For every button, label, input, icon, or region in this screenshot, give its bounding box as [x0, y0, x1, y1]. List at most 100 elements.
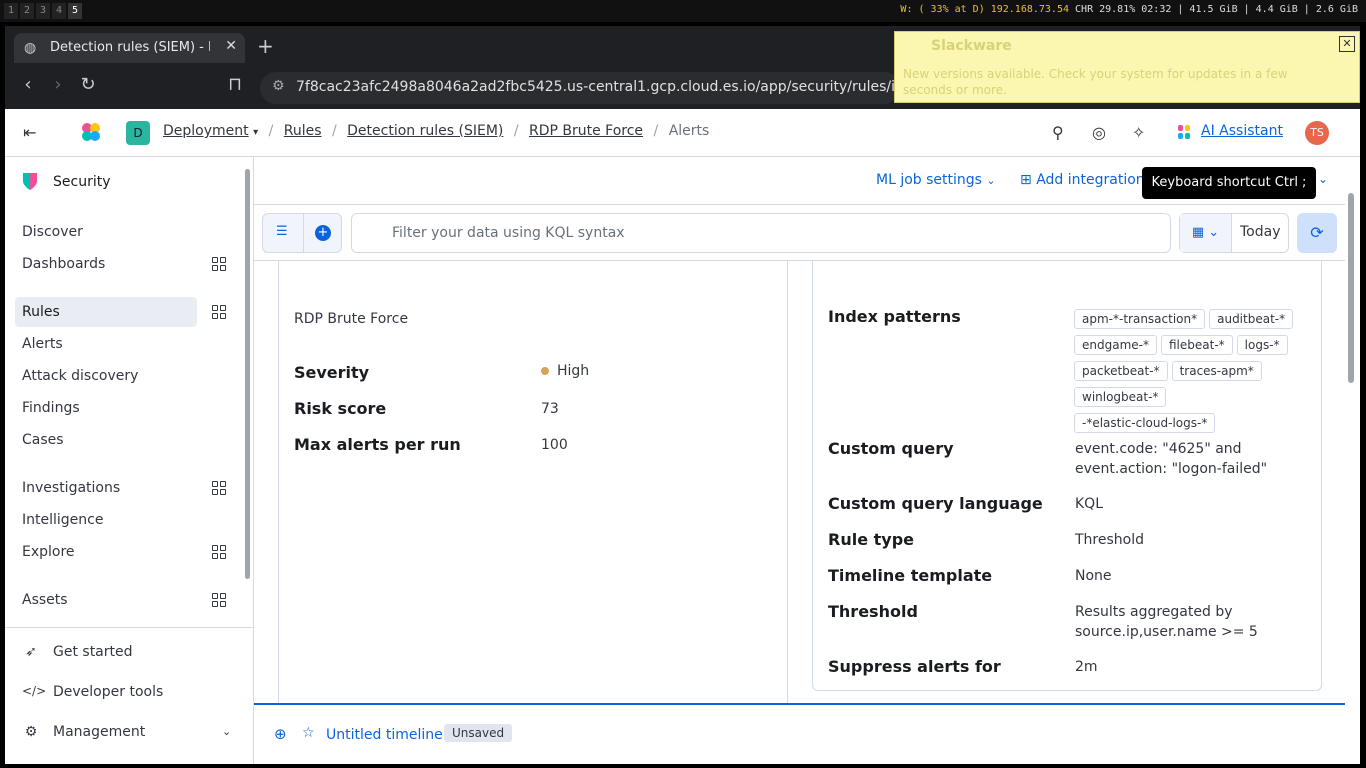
sidebar-item-investigations[interactable]: Investigations [15, 473, 197, 503]
index-pattern-badge: logs-* [1236, 335, 1288, 355]
suppress-alerts-value: 2m [1075, 659, 1098, 675]
breadcrumb-rule[interactable]: RDP Brute Force [529, 123, 643, 139]
add-filter-icon[interactable]: + [315, 225, 331, 241]
star-icon[interactable]: ☆ [302, 725, 315, 741]
index-pattern-badge: auditbeat-* [1209, 309, 1294, 329]
timeline-title[interactable]: Untitled timeline [326, 727, 443, 743]
sidebar-item-get-started[interactable]: Get started [53, 644, 133, 660]
sidebar-item-rules[interactable]: Rules [15, 297, 197, 327]
index-pattern-badge: endgame-* [1074, 335, 1157, 355]
help-icon[interactable]: ◎ [1092, 123, 1106, 142]
forward-icon[interactable]: › [47, 74, 69, 95]
ai-assistant-icon [1178, 125, 1190, 139]
sidebar-item-explore[interactable]: Explore [15, 537, 197, 567]
query-language-label: Custom query language [828, 494, 1043, 513]
add-integrations-button[interactable]: ⊞ Add integrations [1020, 172, 1152, 188]
workspace-3[interactable]: 3 [36, 3, 50, 19]
site-info-icon[interactable]: ⚙ [272, 78, 285, 94]
divider [787, 261, 788, 706]
apps-grid-icon[interactable] [212, 545, 226, 559]
apps-grid-icon[interactable] [212, 305, 226, 319]
breadcrumb-deployment[interactable]: Deployment [163, 123, 249, 139]
index-pattern-badge: filebeat-* [1160, 335, 1233, 355]
system-status: W: ( 33% at D) 192.168.73.54 CHR 29.81% … [900, 4, 1358, 15]
sidebar-item-assets[interactable]: Assets [15, 585, 197, 615]
kql-search-input[interactable] [351, 213, 1171, 253]
kibana-header: ⇤ D Deployment ▾ / Rules / Detection rul… [5, 109, 1360, 157]
window-manager-bar: 1 2 3 4 5 W: ( 33% at D) 192.168.73.54 C… [0, 0, 1366, 22]
menu-toggle-icon[interactable]: ⇤ [23, 123, 36, 142]
index-pattern-badge: -*elastic-cloud-logs-* [1074, 413, 1216, 433]
reload-icon[interactable]: ↻ [77, 74, 99, 95]
close-icon[interactable]: ✕ [225, 38, 237, 54]
chevron-down-icon[interactable]: ⌄ [222, 725, 231, 738]
avatar[interactable]: TS [1305, 121, 1329, 145]
filter-icon[interactable]: ☰ [276, 224, 288, 239]
sidebar-item-findings[interactable]: Findings [15, 393, 197, 423]
desktop-notification[interactable]: Slackware New versions available. Check … [894, 31, 1360, 103]
sidebar-item-intelligence[interactable]: Intelligence [15, 505, 197, 535]
search-icon[interactable]: ⚲ [1052, 123, 1064, 142]
rule-name: RDP Brute Force [294, 311, 409, 327]
add-integration-icon: ⊞ [1020, 172, 1032, 188]
index-pattern-badge: apm-*-transaction* [1074, 309, 1206, 329]
threshold-value: Results aggregated by source.ip,user.nam… [1075, 604, 1258, 640]
timeline-template-value: None [1075, 568, 1112, 584]
suppress-alerts-label: Suppress alerts for [828, 657, 1001, 676]
url-text: 7f8cac23afc2498a8046a2ad2fbc5425.us-cent… [296, 79, 896, 95]
address-bar[interactable]: ⚙ 7f8cac23afc2498a8046a2ad2fbc5425.us-ce… [260, 72, 900, 104]
sidebar-scrollbar[interactable] [245, 169, 250, 579]
chevron-down-icon[interactable]: ⌄ [1318, 172, 1328, 186]
timeline-template-label: Timeline template [828, 566, 993, 585]
max-alerts-label: Max alerts per run [294, 435, 461, 454]
add-timeline-icon[interactable]: ⊕ [274, 725, 287, 743]
status-badge: Unsaved [444, 724, 513, 742]
timeline-bar: ⊕ ☆ Untitled timeline Unsaved [254, 703, 1345, 764]
sidebar-item-cases[interactable]: Cases [15, 425, 197, 455]
apps-grid-icon[interactable] [212, 257, 226, 271]
news-feed-icon[interactable]: ✧ [1132, 123, 1145, 142]
keyboard-shortcut-tooltip: Keyboard shortcut Ctrl ; [1142, 167, 1316, 199]
breadcrumb-rules[interactable]: Rules [284, 123, 322, 139]
workspace-2[interactable]: 2 [20, 3, 34, 19]
kibana-page: ⇤ D Deployment ▾ / Rules / Detection rul… [5, 109, 1360, 764]
chevron-down-icon[interactable]: ▾ [253, 127, 258, 138]
severity-label: Severity [294, 363, 370, 382]
breadcrumb-separator: / [513, 123, 519, 139]
ai-assistant-button[interactable]: AI Assistant [1201, 123, 1283, 139]
new-tab-icon[interactable]: + [257, 34, 274, 58]
index-pattern-badge: traces-apm* [1171, 361, 1262, 381]
apps-grid-icon[interactable] [212, 481, 226, 495]
query-language-value: KQL [1075, 496, 1103, 512]
sidebar-item-discover[interactable]: Discover [15, 217, 197, 247]
risk-score-label: Risk score [294, 399, 387, 418]
refresh-button[interactable]: ⟳ [1297, 213, 1337, 253]
date-picker[interactable]: ▦ ⌄ Today [1179, 213, 1289, 253]
workspace-1[interactable]: 1 [4, 3, 18, 19]
sidebar-item-attack-discovery[interactable]: Attack discovery [15, 361, 197, 391]
calendar-icon[interactable]: ▦ ⌄ [1180, 214, 1232, 252]
sidebar-item-developer-tools[interactable]: Developer tools [53, 684, 163, 700]
browser-tab[interactable]: ◍ Detection rules (SIEM) - Kibana ✕ [14, 33, 245, 63]
back-icon[interactable]: ‹ [17, 74, 39, 95]
sidebar: Security Discover Dashboards Rules Alert… [5, 157, 254, 764]
sidebar-item-management[interactable]: Management [53, 724, 145, 740]
page-scrollbar[interactable] [1348, 193, 1354, 383]
about-rule-panel: RDP Brute Force Severity High Risk score… [278, 261, 788, 706]
workspace-4[interactable]: 4 [52, 3, 66, 19]
space-badge[interactable]: D [126, 121, 150, 145]
date-range-label: Today [1240, 224, 1281, 240]
bookmark-icon[interactable]: ⊓ [224, 74, 246, 95]
apps-grid-icon[interactable] [212, 593, 226, 607]
breadcrumb-detection-rules[interactable]: Detection rules (SIEM) [347, 123, 503, 139]
index-patterns-label: Index patterns [828, 307, 961, 326]
sidebar-item-alerts[interactable]: Alerts [15, 329, 197, 359]
close-icon[interactable]: ✕ [1339, 36, 1355, 52]
sidebar-item-dashboards[interactable]: Dashboards [15, 249, 197, 279]
workspace-5[interactable]: 5 [68, 3, 82, 19]
ml-job-settings-button[interactable]: ML job settings ⌄ [876, 172, 996, 188]
elastic-logo-icon[interactable] [80, 121, 102, 143]
index-pattern-badges: apm-*-transaction* auditbeat-* endgame-* f… [1074, 308, 1304, 438]
severity-value: High [541, 361, 589, 381]
chevron-down-icon: ⌄ [986, 174, 996, 187]
